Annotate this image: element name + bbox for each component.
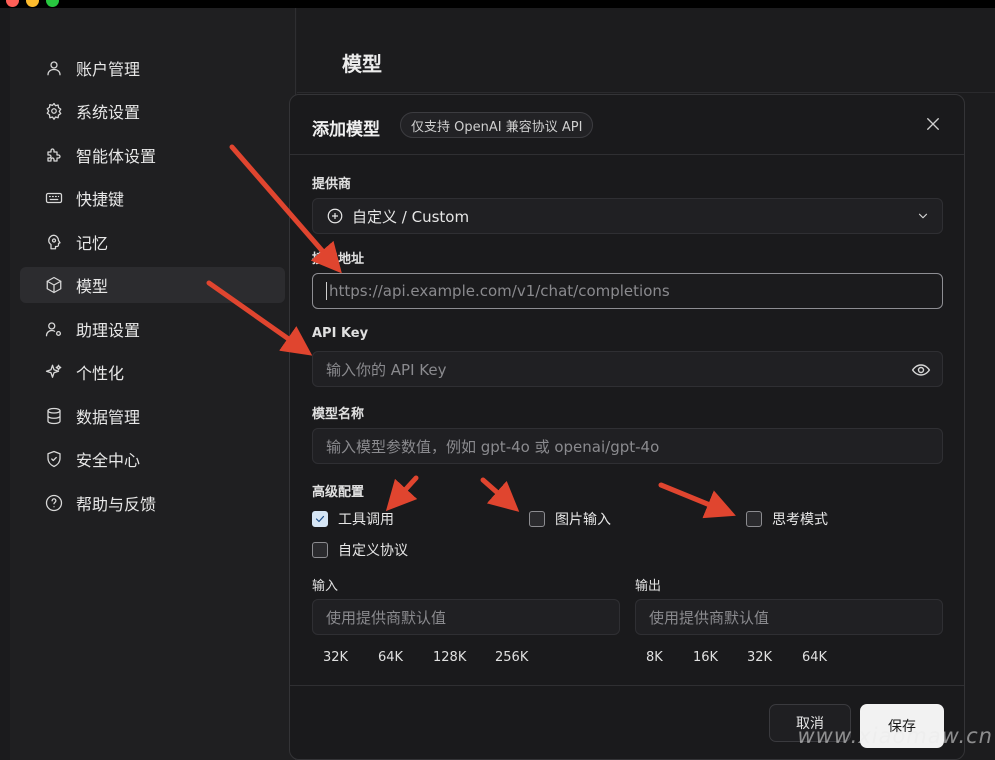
window-titlebar — [0, 0, 995, 8]
watermark-text: www.xiaomaw.cn — [797, 724, 993, 748]
thinking-mode-checkbox[interactable]: 思考模式 — [746, 509, 828, 529]
sidebar-item-label: 快捷键 — [76, 190, 125, 209]
eye-icon[interactable] — [911, 360, 931, 380]
chevron-down-icon — [916, 209, 930, 223]
shield-icon — [44, 449, 64, 469]
page-title: 模型 — [342, 52, 382, 76]
compatibility-badge: 仅支持 OpenAI 兼容协议 API — [400, 112, 594, 138]
sidebar-item-label: 安全中心 — [76, 451, 141, 470]
input-tokens-label: 输入 — [312, 579, 339, 594]
endpoint-placeholder: https://api.example.com/v1/chat/completi… — [329, 282, 670, 300]
sidebar-item-label: 帮助与反馈 — [76, 495, 157, 514]
output-preset-32k[interactable]: 32K — [747, 648, 772, 667]
provider-select[interactable]: 自定义 / Custom — [312, 198, 943, 234]
input-tokens-field[interactable]: 使用提供商默认值 — [312, 599, 620, 635]
database-icon — [44, 406, 64, 426]
sidebar-item-system[interactable]: 系统设置 — [20, 93, 285, 129]
user-icon — [44, 58, 64, 78]
settings-sidebar: 账户管理 系统设置 智能体设置 快捷键 记忆 模型 助理设置 个性化 数据管理 … — [10, 8, 296, 760]
sidebar-item-label: 记忆 — [76, 234, 109, 253]
output-tokens-field[interactable]: 使用提供商默认值 — [635, 599, 943, 635]
output-tokens-placeholder: 使用提供商默认值 — [649, 608, 770, 627]
gear-icon — [44, 101, 64, 121]
api-key-input[interactable]: 输入你的 API Key — [312, 351, 943, 387]
model-name-label: 模型名称 — [312, 407, 365, 422]
help-icon — [44, 493, 64, 513]
cube-icon — [44, 275, 64, 295]
sidebar-item-label: 数据管理 — [76, 408, 141, 427]
model-name-placeholder: 输入模型参数值，例如 gpt-4o 或 openai/gpt-4o — [326, 437, 660, 456]
input-preset-256k[interactable]: 256K — [495, 648, 528, 667]
minimize-window-icon[interactable] — [26, 0, 39, 7]
zoom-window-icon[interactable] — [46, 0, 59, 7]
input-tokens-placeholder: 使用提供商默认值 — [326, 608, 447, 627]
add-model-dialog: 添加模型 仅支持 OpenAI 兼容协议 API 提供商 自定义 / Custo… — [289, 94, 965, 760]
footer-divider — [290, 685, 964, 686]
sidebar-item-assistant[interactable]: 助理设置 — [20, 311, 285, 347]
text-caret — [326, 282, 327, 300]
checkbox-checked[interactable] — [312, 511, 328, 527]
sidebar-item-label: 账户管理 — [76, 60, 141, 79]
dialog-title: 添加模型 — [312, 120, 380, 140]
api-key-label: API Key — [312, 326, 369, 341]
plus-circle-icon — [326, 207, 344, 225]
sidebar-item-label: 模型 — [76, 277, 109, 296]
model-name-input[interactable]: 输入模型参数值，例如 gpt-4o 或 openai/gpt-4o — [312, 428, 943, 464]
sidebar-item-security[interactable]: 安全中心 — [20, 441, 285, 477]
close-dialog-button[interactable] — [924, 115, 942, 133]
dialog-header: 添加模型 仅支持 OpenAI 兼容协议 API — [290, 95, 964, 155]
input-preset-64k[interactable]: 64K — [378, 648, 403, 667]
sidebar-item-label: 助理设置 — [76, 321, 141, 340]
provider-label: 提供商 — [312, 177, 352, 192]
checkbox-label: 工具调用 — [338, 512, 394, 528]
sidebar-item-label: 智能体设置 — [76, 147, 157, 166]
close-window-icon[interactable] — [6, 0, 19, 7]
sidebar-item-memory[interactable]: 记忆 — [20, 224, 285, 260]
output-preset-64k[interactable]: 64K — [802, 648, 827, 667]
sidebar-item-data[interactable]: 数据管理 — [20, 398, 285, 434]
checkbox-label: 思考模式 — [772, 512, 828, 528]
input-preset-128k[interactable]: 128K — [433, 648, 466, 667]
puzzle-icon — [44, 145, 64, 165]
sparkles-icon — [44, 362, 64, 382]
header-divider — [297, 92, 995, 93]
sidebar-item-personalize[interactable]: 个性化 — [20, 354, 285, 390]
endpoint-input[interactable]: https://api.example.com/v1/chat/completi… — [312, 273, 943, 309]
keyboard-icon — [44, 188, 64, 208]
checkbox-label: 图片输入 — [555, 512, 611, 528]
checkbox-label: 自定义协议 — [338, 543, 408, 559]
check-icon — [315, 515, 325, 523]
api-key-placeholder: 输入你的 API Key — [326, 360, 447, 379]
endpoint-label: 接口地址 — [312, 252, 365, 267]
checkbox-unchecked[interactable] — [312, 542, 328, 558]
sidebar-item-models[interactable]: 模型 — [20, 267, 285, 303]
sidebar-item-label: 个性化 — [76, 364, 125, 383]
image-input-checkbox[interactable]: 图片输入 — [529, 509, 611, 529]
user-gear-icon — [44, 319, 64, 339]
brain-icon — [44, 232, 64, 252]
provider-selected-value: 自定义 / Custom — [352, 207, 470, 226]
output-tokens-label: 输出 — [635, 579, 662, 594]
sidebar-item-agent[interactable]: 智能体设置 — [20, 137, 285, 173]
sidebar-item-shortcuts[interactable]: 快捷键 — [20, 180, 285, 216]
output-preset-8k[interactable]: 8K — [646, 648, 663, 667]
advanced-config-label: 高级配置 — [312, 485, 365, 500]
custom-protocol-checkbox[interactable]: 自定义协议 — [312, 540, 408, 560]
input-preset-32k[interactable]: 32K — [323, 648, 348, 667]
sidebar-item-help[interactable]: 帮助与反馈 — [20, 485, 285, 521]
tool-calling-checkbox[interactable]: 工具调用 — [312, 509, 394, 529]
sidebar-item-account[interactable]: 账户管理 — [20, 50, 285, 86]
checkbox-unchecked[interactable] — [746, 511, 762, 527]
checkbox-unchecked[interactable] — [529, 511, 545, 527]
output-preset-16k[interactable]: 16K — [693, 648, 718, 667]
close-icon — [927, 118, 939, 130]
sidebar-item-label: 系统设置 — [76, 103, 141, 122]
